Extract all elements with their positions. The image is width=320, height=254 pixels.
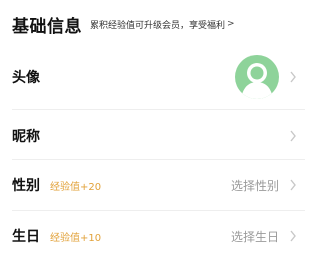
gender-value: 选择性别 <box>230 178 279 193</box>
chevron-right-icon <box>290 130 296 142</box>
avatar-label: 头像 <box>12 70 40 86</box>
divider <box>12 159 305 160</box>
promo-chevron-icon: > <box>227 19 235 29</box>
chevron-right-icon <box>290 179 296 191</box>
divider <box>12 210 305 211</box>
section-title: 基础信息 <box>12 16 82 37</box>
chevron-right-icon <box>290 71 296 83</box>
birthday-xp-badge: 经验值+10 <box>50 232 102 244</box>
birthday-value: 选择生日 <box>230 229 279 244</box>
nickname-label: 昵称 <box>12 129 40 145</box>
avatar[interactable] <box>235 55 279 99</box>
gender-row[interactable]: 性别 经验值+20 选择性别 <box>12 167 297 203</box>
member-upgrade-text: 累积经验值可升级会员，享受福利 <box>90 20 226 31</box>
avatar-row[interactable]: 头像 <box>12 52 297 102</box>
birthday-label: 生日 <box>12 229 40 245</box>
divider <box>12 109 305 110</box>
nickname-row[interactable]: 昵称 <box>12 118 297 154</box>
gender-xp-badge: 经验值+20 <box>50 181 102 193</box>
gender-label: 性别 <box>12 178 40 194</box>
member-upgrade-link[interactable]: 累积经验值可升级会员，享受福利 > <box>90 18 235 31</box>
section-header: 基础信息 累积经验值可升级会员，享受福利 > <box>12 10 297 38</box>
birthday-row[interactable]: 生日 经验值+10 选择生日 <box>12 218 297 254</box>
chevron-right-icon <box>290 230 296 242</box>
user-silhouette-icon <box>241 63 273 99</box>
